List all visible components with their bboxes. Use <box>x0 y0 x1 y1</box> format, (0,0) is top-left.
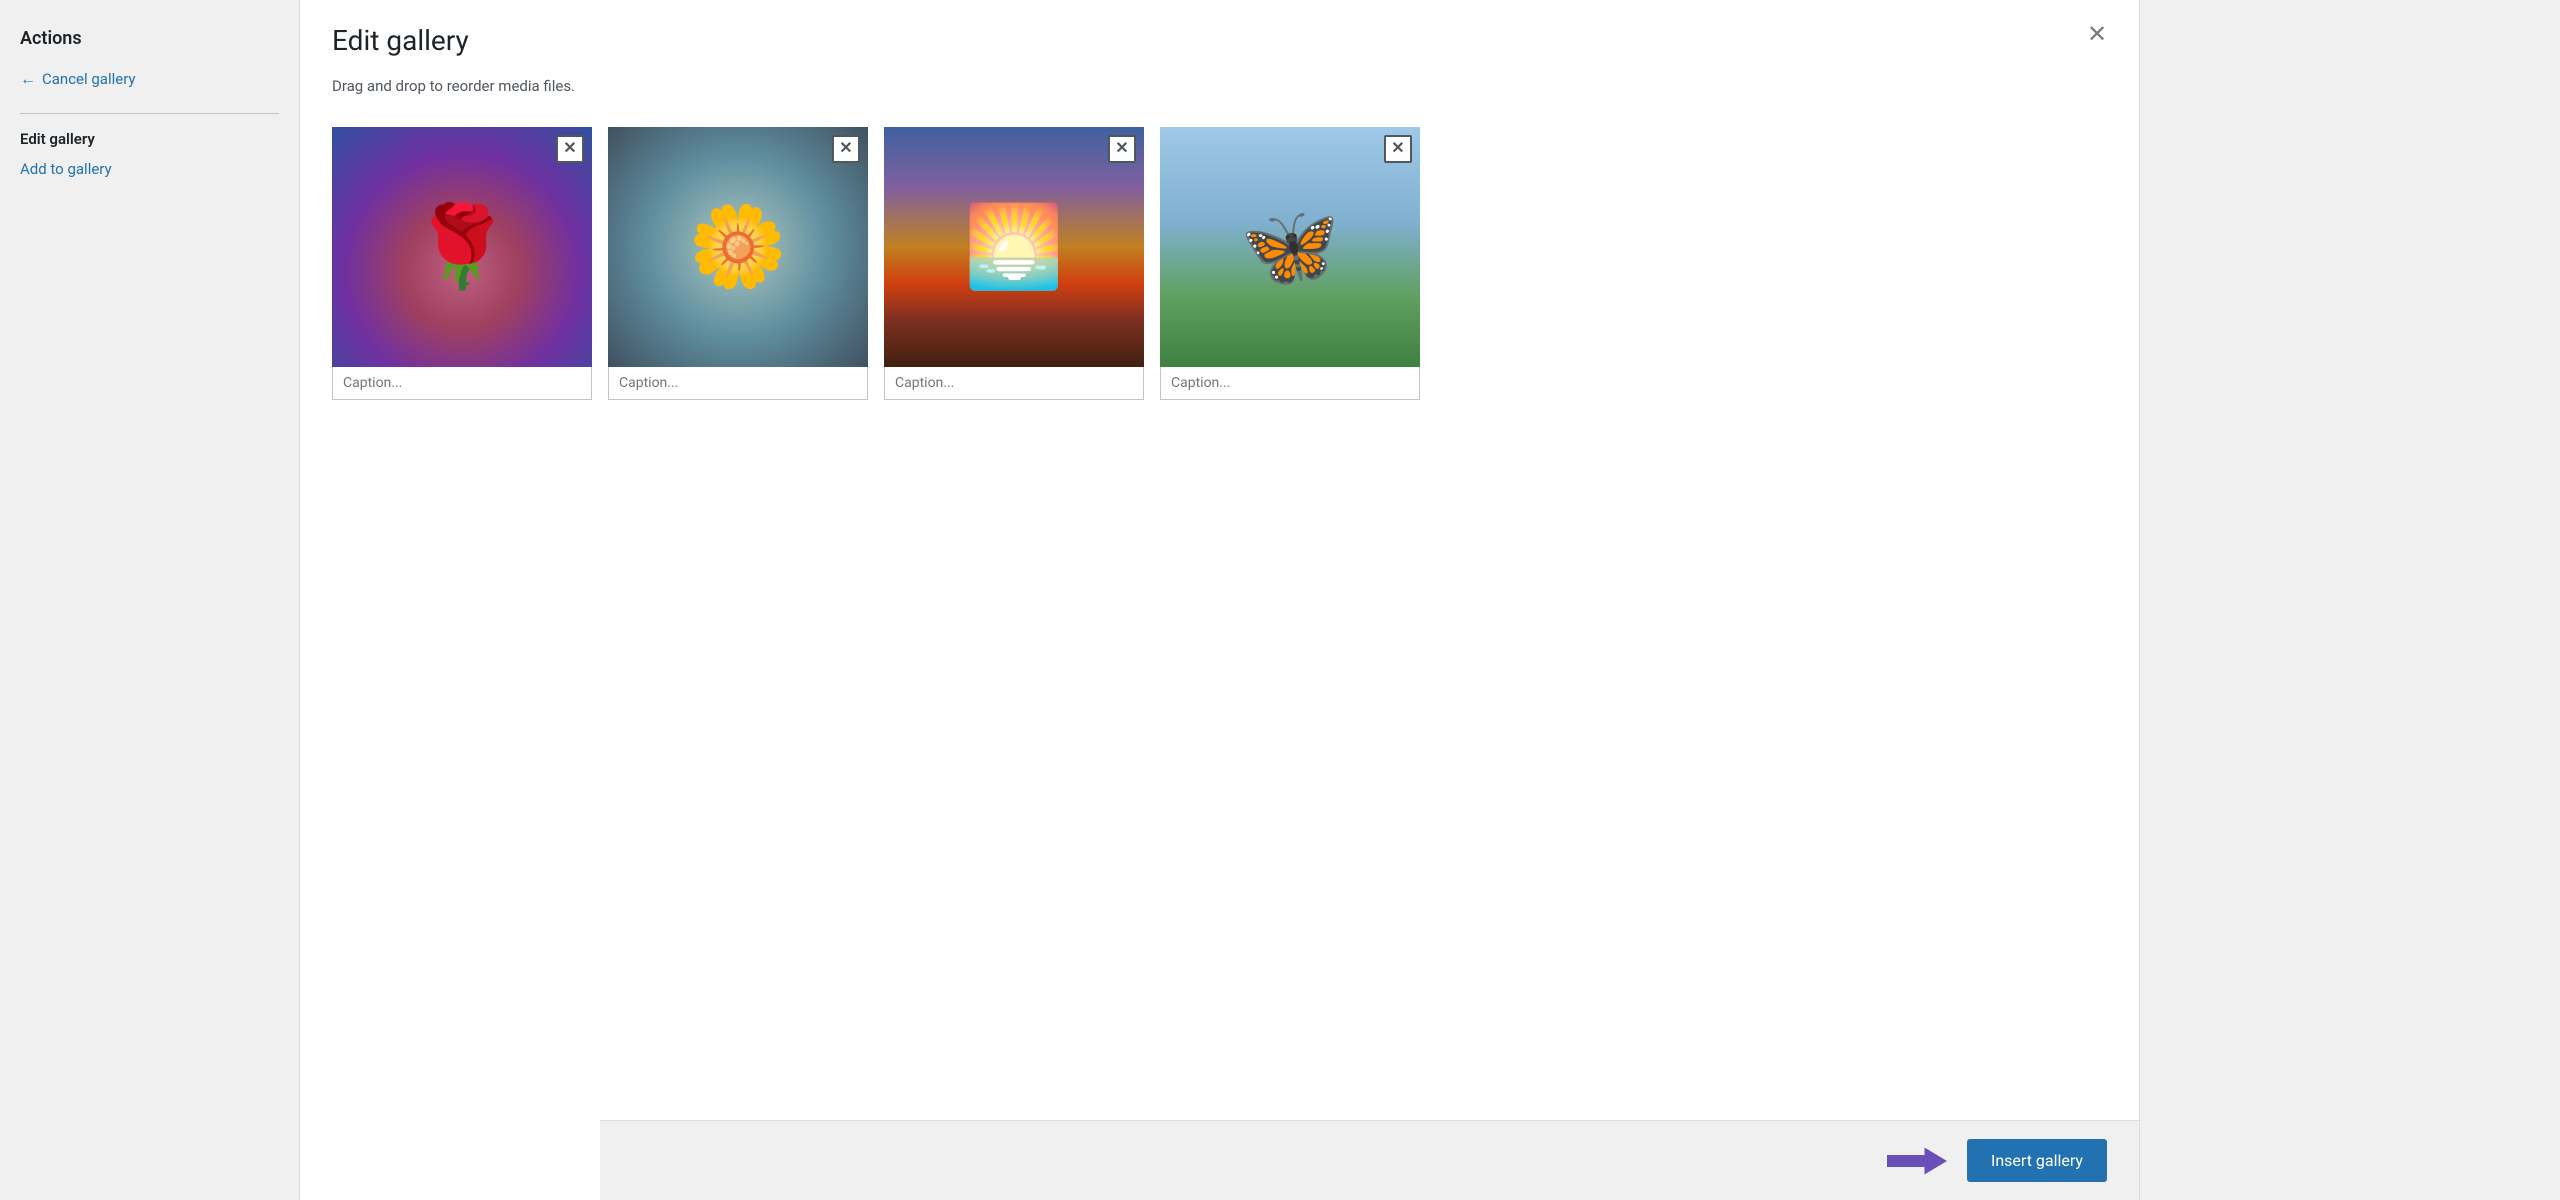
caption-input-butterfly[interactable] <box>1160 367 1420 400</box>
caption-input-sunset[interactable] <box>884 367 1144 400</box>
back-arrow-icon: ← <box>20 69 36 89</box>
bottom-bar: Insert gallery <box>600 1120 2139 1200</box>
gallery-item-sunset: ✕ <box>884 127 1144 400</box>
caption-input-daisy[interactable] <box>608 367 868 400</box>
page-title: Edit gallery <box>332 24 469 57</box>
gallery-image-rose: ✕ <box>332 127 592 367</box>
remove-button-daisy[interactable]: ✕ <box>832 135 860 163</box>
caption-input-rose[interactable] <box>332 367 592 400</box>
remove-button-rose[interactable]: ✕ <box>556 135 584 163</box>
close-button[interactable]: ✕ <box>2079 16 2115 52</box>
sidebar-divider <box>20 113 279 114</box>
insert-gallery-button[interactable]: Insert gallery <box>1967 1139 2107 1182</box>
drag-drop-hint: Drag and drop to reorder media files. <box>300 57 2139 111</box>
sidebar: Actions ← Cancel gallery Edit gallery Ad… <box>0 0 300 1200</box>
remove-button-butterfly[interactable]: ✕ <box>1384 135 1412 163</box>
gallery-image-butterfly: ✕ <box>1160 127 1420 367</box>
add-to-gallery-link[interactable]: Add to gallery <box>20 160 279 178</box>
right-panel <box>2140 0 2560 1200</box>
gallery-image-sunset: ✕ <box>884 127 1144 367</box>
gallery-item-daisy: ✕ <box>608 127 868 400</box>
sidebar-edit-gallery-label: Edit gallery <box>20 130 279 148</box>
gallery-item-rose: ✕ <box>332 127 592 400</box>
gallery-image-daisy: ✕ <box>608 127 868 367</box>
main-header: Edit gallery ✕ <box>300 0 2139 57</box>
main-content: Edit gallery ✕ Drag and drop to reorder … <box>300 0 2140 1200</box>
cancel-gallery-link[interactable]: ← Cancel gallery <box>20 69 279 89</box>
arrow-indicator <box>1887 1143 1947 1179</box>
gallery-item-butterfly: ✕ <box>1160 127 1420 400</box>
modal-container: Actions ← Cancel gallery Edit gallery Ad… <box>0 0 2560 1200</box>
gallery-grid: ✕ ✕ ✕ ✕ <box>300 111 2139 416</box>
add-to-gallery-label: Add to gallery <box>20 160 112 178</box>
sidebar-actions-label: Actions <box>20 28 279 49</box>
remove-button-sunset[interactable]: ✕ <box>1108 135 1136 163</box>
cancel-gallery-label: Cancel gallery <box>42 70 136 88</box>
